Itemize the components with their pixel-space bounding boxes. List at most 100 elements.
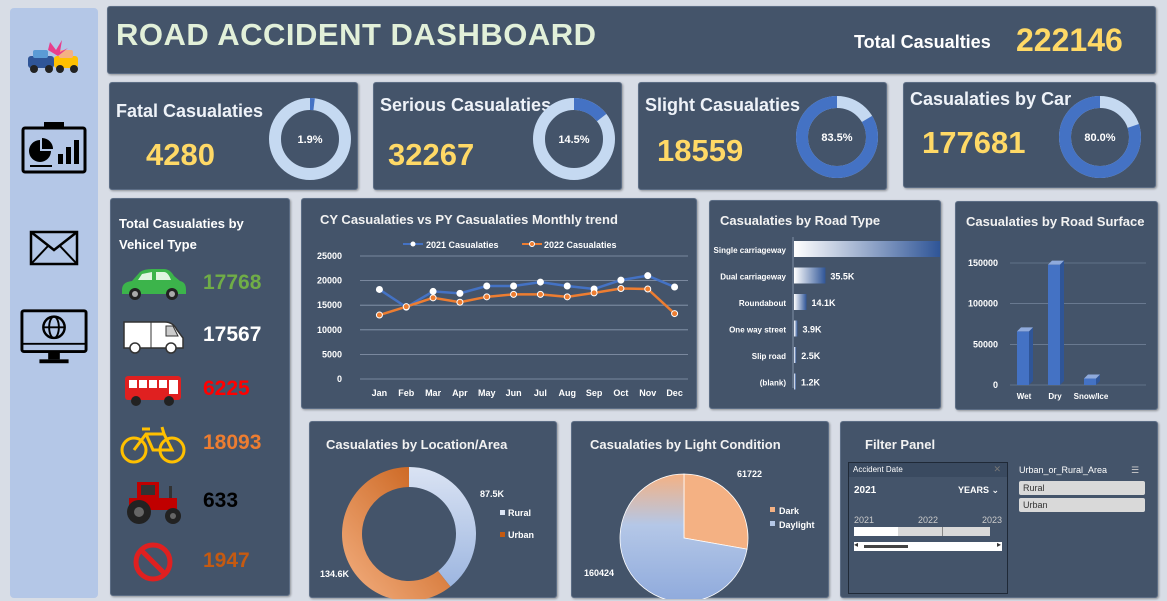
x-tick-label: Sep [586,388,603,398]
kpi-label: Casualaties by Car [910,89,1072,109]
monthly-trend-panel: CY Casualaties vs PY Casualaties Monthly… [301,198,697,409]
scroll-left-icon[interactable]: ◂ [854,540,858,549]
x-tick-label: Jun [506,388,522,398]
road-type-bar [794,267,826,284]
series-line [379,287,676,317]
car-crash-icon[interactable] [20,38,88,78]
timeline-selection[interactable] [854,527,898,536]
surface-bar [1048,264,1060,385]
road-type-value: 2.5K [801,351,821,361]
road-surface-panel: Casualaties by Road Surface 150000 100000… [955,201,1158,410]
data-point [483,282,491,290]
kpi-car-card: Casualaties by Car 177681 80.0% [903,82,1156,188]
data-point [456,289,464,297]
legend-dark: Dark [779,506,800,516]
surface-chart: 150000 100000 50000 0 Wet Dry Snow/Ice [968,258,1146,401]
vehicle-value: 1947 [203,549,250,572]
y-tick-label: 25000 [317,251,342,261]
light-panel: Casualaties by Light Condition 61722 160… [571,421,829,599]
prohibited-icon [117,539,189,585]
data-point [590,289,598,297]
road-type-bar [794,294,807,310]
kpi-value: 4280 [146,137,215,172]
road-type-bar [794,373,796,390]
location-slice [409,467,476,587]
kpi-donut: 80.0% [1059,96,1141,178]
filter-title: Filter Panel [865,437,936,452]
road-type-panel: Casualaties by Road Type Single carriage… [709,200,941,409]
vehicle-row-bus: 6225 [111,367,289,417]
road-type-label: Slip road [752,352,786,361]
total-casualties-label: Total Casualties [854,32,991,52]
vehicle-title: Total Casualaties by Vehicel Type [119,216,244,252]
rural-value: 87.5K [480,489,505,499]
date-slicer-header: Accident Date [849,463,1007,477]
date-timeline-slicer[interactable]: Accident Date ✕ 2021 YEARS ⌄ 2021 2022 2… [848,462,1008,594]
road-type-value: 1.2K [801,378,821,388]
x-tick-label: Nov [639,388,656,398]
light-slice [683,473,749,550]
road-type-label: Roundabout [739,299,786,308]
vehicle-row-van: 17567 [111,313,289,363]
data-point [510,290,518,298]
vehicle-type-panel: Total Casualaties by Vehicel Type 17768 … [110,198,290,596]
mail-icon[interactable] [20,230,88,266]
vehicle-value: 17567 [203,323,262,346]
multi-select-icon[interactable]: ☰ [1131,465,1139,476]
page-title: ROAD ACCIDENT DASHBOARD [116,17,597,52]
area-slicer-header: Urban_or_Rural_Area [1019,465,1108,475]
legend-2021: 2021 Casualaties [426,240,499,250]
timeline-labels: 2021 2022 2023 [854,515,1002,525]
scroll-right-icon[interactable]: ▸ [997,540,1001,549]
car-icon [117,261,189,307]
legend-daylight: Daylight [779,520,815,530]
bus-icon [117,367,189,413]
filter-panel: Filter Panel Accident Date ✕ 2021 YEARS … [840,421,1158,598]
clear-filter-icon[interactable]: ✕ [993,464,1001,475]
road-type-value: 14.1K [811,298,836,308]
timeline-scrollbar[interactable]: ◂ ▸ [854,540,1002,551]
x-tick-label: Feb [398,388,415,398]
kpi-percent: 1.9% [297,134,322,146]
data-point [644,272,652,280]
globe-monitor-icon[interactable] [20,308,88,366]
kpi-donut: 1.9% [269,98,351,180]
dashboard-icon[interactable] [20,120,88,176]
data-point [617,276,625,284]
header-panel: ROAD ACCIDENT DASHBOARD Total Casualties… [107,6,1156,74]
tractor-icon [117,479,189,525]
vehicle-row-other: 1947 [111,539,289,589]
surface-bar [1017,331,1029,385]
data-point [617,284,625,292]
sidebar [10,8,98,598]
y-tick-label: 150000 [968,258,998,268]
bicycle-icon [117,421,189,467]
y-tick-label: 15000 [317,300,342,310]
area-option-urban[interactable]: Urban [1019,498,1145,512]
road-type-bar [794,241,940,257]
light-chart: 61722 160424 Dark Daylight [584,469,815,599]
data-point [429,287,437,295]
road-type-value: 35.5K [830,272,855,282]
timeline-year: 2021 [854,515,875,525]
years-dropdown[interactable]: YEARS ⌄ [958,485,999,496]
data-point [456,298,464,306]
kpi-value: 32267 [388,137,475,172]
kpi-percent: 14.5% [558,134,589,146]
timeline-track[interactable] [854,527,990,536]
y-tick-label: 0 [993,380,998,390]
data-point [375,311,383,319]
kpi-label: Fatal Casualaties [116,101,264,121]
kpi-donut: 14.5% [533,98,615,180]
surface-bar-side [1029,327,1033,385]
area-option-rural[interactable]: Rural [1019,481,1145,495]
location-panel: Casualaties by Location/Area 87.5K 134.6… [309,421,557,599]
surface-bar [1084,378,1096,385]
x-tick-label: Dec [666,388,683,398]
vehicle-row-car: 17768 [111,261,289,311]
surface-bar-side [1060,260,1064,385]
road-type-value: 3.9K [802,325,822,335]
legend-2022: 2022 Casualaties [544,240,617,250]
road-type-chart: Single carriageway165.0KDual carriageway… [714,237,940,390]
scroll-thumb[interactable] [864,545,908,548]
